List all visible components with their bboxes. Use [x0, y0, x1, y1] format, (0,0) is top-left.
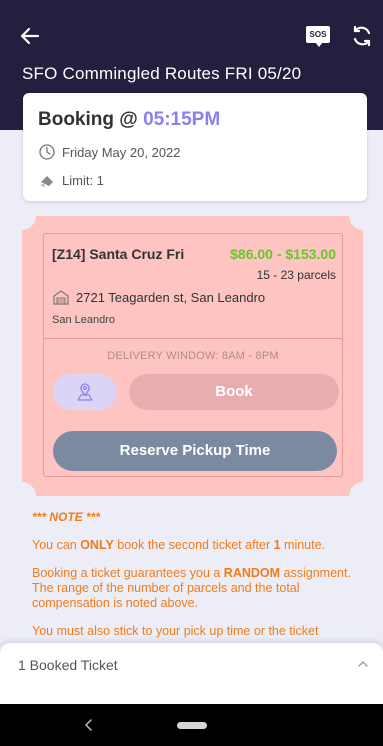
sos-icon: SOS — [306, 26, 330, 43]
map-button[interactable] — [53, 374, 117, 410]
map-pin-icon — [77, 383, 93, 401]
nav-back-icon[interactable] — [84, 718, 94, 732]
warehouse-icon — [53, 290, 69, 305]
booking-heading: Booking @ 05:15PM — [38, 109, 221, 130]
note-section: *** NOTE *** You can ONLY book the secon… — [32, 510, 368, 639]
booking-card: Booking @ 05:15PM Friday May 20, 2022 Li… — [23, 93, 367, 201]
status-bar — [0, 0, 383, 18]
divider — [44, 338, 342, 339]
note-paragraph-2: Booking a ticket guarantees you a RANDOM… — [32, 566, 351, 610]
booking-time: 05:15PM — [143, 109, 221, 130]
note-paragraph-3: You must also stick to your pick up time… — [32, 624, 319, 638]
refresh-icon — [353, 25, 371, 47]
booking-date-row: Friday May 20, 2022 — [38, 143, 181, 161]
pickup-city: San Leandro — [52, 314, 115, 326]
book-button[interactable]: Book — [129, 374, 339, 410]
clock-icon — [39, 144, 55, 160]
note-heading: *** NOTE *** — [32, 510, 101, 524]
price-range: $86.00 - $153.00 — [230, 246, 336, 262]
system-nav-bar — [0, 704, 383, 746]
back-button[interactable] — [18, 24, 42, 48]
booked-tickets-label: 1 Booked Ticket — [18, 657, 118, 673]
pickup-address: 2721 Teagarden st, San Leandro — [76, 289, 266, 305]
delivery-window: DELIVERY WINDOW: 8AM - 8PM — [107, 350, 279, 362]
page-title: SFO Commingled Routes FRI 05/20 — [22, 64, 302, 83]
route-ticket: [Z14] Santa Cruz Fri $86.00 - $153.00 15… — [22, 216, 363, 496]
booking-limit: Limit: 1 — [62, 172, 104, 188]
reserve-pickup-button[interactable]: Reserve Pickup Time — [53, 431, 337, 471]
chevron-up-icon[interactable] — [356, 657, 370, 671]
note-paragraph-1: You can ONLY book the second ticket afte… — [32, 538, 326, 552]
booking-date: Friday May 20, 2022 — [62, 144, 181, 160]
ticket-icon — [40, 176, 53, 187]
refresh-button[interactable] — [350, 24, 374, 48]
pickup-address-row: 2721 Teagarden st, San Leandro — [52, 288, 265, 306]
booked-tickets-sheet[interactable]: 1 Booked Ticket — [0, 643, 383, 704]
route-card: [Z14] Santa Cruz Fri $86.00 - $153.00 15… — [43, 233, 343, 477]
route-name: [Z14] Santa Cruz Fri — [52, 246, 185, 262]
booking-limit-row: Limit: 1 — [38, 171, 104, 189]
parcel-range: 15 - 23 parcels — [256, 268, 336, 282]
arrow-left-icon — [20, 27, 40, 45]
nav-home-pill[interactable] — [177, 722, 207, 729]
sos-button[interactable]: SOS — [306, 26, 330, 48]
